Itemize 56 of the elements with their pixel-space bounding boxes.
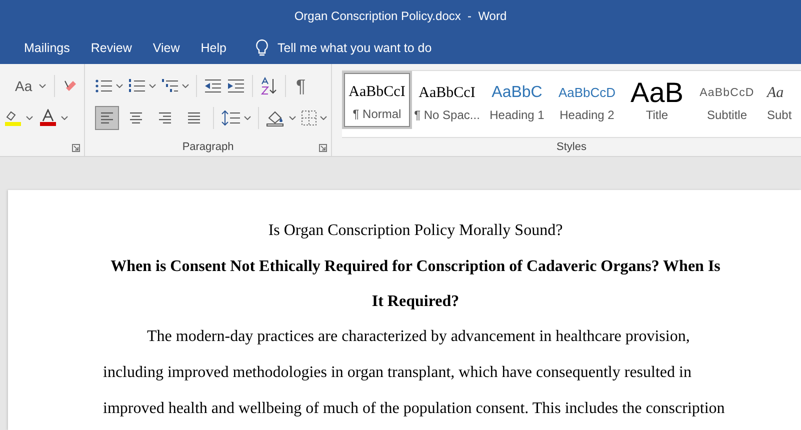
- caret-icon: [289, 116, 296, 120]
- show-formatting-button[interactable]: ¶: [293, 74, 309, 98]
- change-case-button[interactable]: Aa: [12, 77, 36, 95]
- style-name: Heading 1: [490, 108, 544, 122]
- style-preview: AaBbCcD: [700, 86, 754, 101]
- menu-tab[interactable]: Help: [192, 41, 240, 55]
- caret-icon: [116, 84, 123, 88]
- style-preview: Aa: [767, 84, 784, 103]
- dialog-launcher-icon[interactable]: [72, 144, 80, 152]
- menu-tab[interactable]: Review: [82, 41, 145, 55]
- align-icon: [186, 111, 202, 125]
- multilevel-list-icon[interactable]: [161, 78, 179, 94]
- caret-icon: [149, 84, 156, 88]
- style-preview: AaBbCcI: [348, 83, 406, 102]
- style-name: Title: [646, 108, 668, 122]
- style-name: ¶ Normal: [352, 107, 402, 121]
- style-name: ¶ No Spac...: [414, 108, 480, 122]
- menu-tab[interactable]: View: [144, 41, 193, 55]
- style-preview: AaBbCcI: [418, 84, 476, 103]
- document-title: Is Organ Conscription Policy Morally Sound?: [267, 221, 564, 241]
- group-label: Styles: [556, 141, 586, 153]
- caret-icon: [244, 116, 251, 120]
- numbered-list-icon[interactable]: [128, 78, 146, 94]
- tell-me-field[interactable]: Tell me what you want to do: [277, 41, 432, 55]
- body-paragraph: The modern-day practices are characterized by advancement in healthcare provision, including improved methodologies in organ transplant, which have consequently resulted in improved health and wellbeing of much of the population consent. This includes the conscription: [103, 327, 726, 419]
- style-preview: AaBbCcD: [558, 84, 616, 102]
- caret-icon: [39, 84, 46, 88]
- style-preview: AaB: [630, 82, 684, 104]
- caret-icon: [182, 84, 189, 88]
- style-name: Subtitle: [706, 108, 748, 122]
- dialog-launcher-icon[interactable]: [319, 144, 327, 152]
- align-icon: [128, 111, 144, 125]
- align-button[interactable]: [95, 106, 119, 130]
- align-icon: [157, 111, 173, 125]
- style-preview: AaBbC: [492, 83, 542, 103]
- sort-icon[interactable]: [260, 77, 278, 95]
- style-name: Heading 2: [560, 108, 614, 122]
- align-icon: [99, 111, 115, 125]
- menu-tab[interactable]: Mailings: [16, 41, 83, 55]
- font-color-icon[interactable]: [39, 109, 57, 127]
- lightbulb-icon: [255, 39, 270, 57]
- window-title: Organ Conscription Policy.docx - Word: [294, 9, 507, 23]
- shading-icon[interactable]: [266, 109, 286, 127]
- style-name: Subt: [767, 108, 792, 122]
- increase-indent-icon[interactable]: [227, 78, 245, 94]
- caret-icon: [320, 116, 327, 120]
- bullet-list-icon[interactable]: [95, 78, 113, 94]
- line-spacing-icon[interactable]: [221, 109, 241, 127]
- borders-icon[interactable]: [301, 110, 317, 126]
- group-label: Paragraph: [182, 141, 234, 153]
- style-item[interactable]: AaBbCcI ¶ Normal: [342, 71, 412, 129]
- caret-icon: [26, 116, 33, 120]
- caret-icon: [61, 116, 68, 120]
- decrease-indent-icon[interactable]: [204, 78, 222, 94]
- document-heading: When is Consent Not Ethically Required for Conscription of Cadaveric Organs? When Is It Required?: [110, 257, 722, 312]
- highlighter-icon[interactable]: [4, 109, 22, 127]
